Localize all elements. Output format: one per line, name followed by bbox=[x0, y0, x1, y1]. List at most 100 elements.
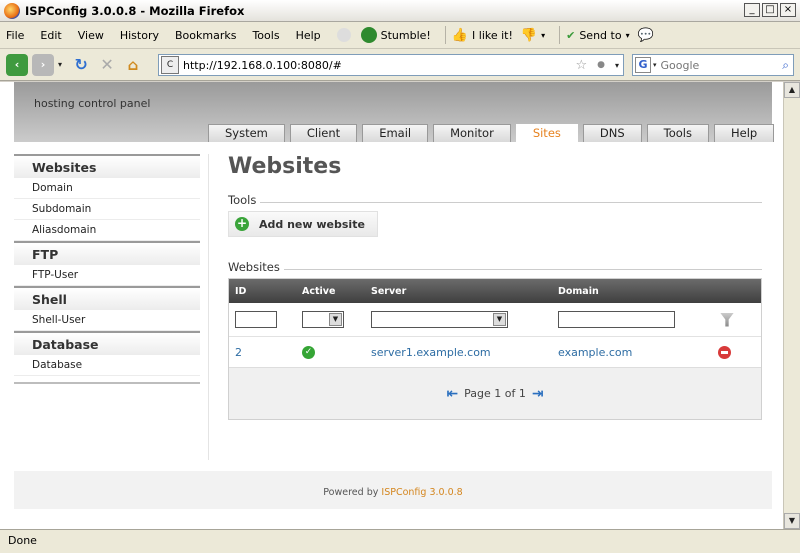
chevron-down-icon[interactable]: ▾ bbox=[615, 61, 619, 70]
thumbs-up-icon: 👍 bbox=[451, 27, 469, 43]
column-header-id[interactable]: ID bbox=[229, 286, 296, 297]
last-page-icon[interactable]: ⇥ bbox=[532, 386, 544, 402]
close-button[interactable]: × bbox=[780, 3, 796, 17]
address-bar[interactable]: C http://192.168.0.100:8080/# ☆ ● ▾ bbox=[158, 54, 624, 76]
active-check-icon: ✓ bbox=[302, 345, 315, 359]
menu-edit[interactable]: Edit bbox=[40, 29, 61, 42]
menu-file[interactable]: File bbox=[6, 29, 24, 42]
chevron-down-icon[interactable]: ▾ bbox=[58, 60, 62, 69]
chevron-down-icon[interactable]: ▾ bbox=[653, 61, 657, 69]
sidebar-section-websites: Websites bbox=[14, 154, 200, 178]
sidebar-section-ftp: FTP bbox=[14, 241, 200, 265]
chevron-down-icon: ▼ bbox=[329, 313, 342, 326]
websites-list-label: Websites bbox=[228, 260, 280, 274]
column-header-server[interactable]: Server bbox=[365, 286, 552, 297]
menu-history[interactable]: History bbox=[120, 29, 159, 42]
add-new-website-button[interactable]: + Add new website bbox=[228, 211, 378, 237]
sidebar-item-shell-user[interactable]: Shell-User bbox=[14, 310, 200, 331]
sidebar-section-database: Database bbox=[14, 331, 200, 355]
main-content: Websites Tools + Add new website Website… bbox=[228, 154, 762, 420]
back-button[interactable]: ‹ bbox=[6, 53, 28, 76]
pagination: ⇤ Page 1 of 1 ⇥ bbox=[229, 367, 761, 419]
page-footer: Powered by ISPConfig 3.0.0.8 bbox=[14, 471, 772, 509]
page-title: Websites bbox=[228, 154, 342, 179]
tab-sites[interactable]: Sites bbox=[515, 124, 578, 142]
row-domain[interactable]: example.com bbox=[552, 346, 712, 359]
page-header: hosting control panel System Client Emai… bbox=[14, 82, 775, 142]
divider bbox=[260, 201, 762, 203]
tab-monitor[interactable]: Monitor bbox=[433, 124, 511, 142]
first-page-icon[interactable]: ⇤ bbox=[446, 386, 458, 402]
stumble-label: Stumble! bbox=[380, 28, 431, 42]
send-icon: ✔ bbox=[566, 28, 576, 42]
column-header-active[interactable]: Active bbox=[296, 286, 365, 297]
send-to-button[interactable]: ✔ Send to ▾ bbox=[566, 29, 629, 42]
google-engine-icon[interactable]: G bbox=[635, 57, 651, 73]
thumbs-down-button[interactable]: 👎 ▾ bbox=[521, 28, 545, 43]
stumble-button[interactable]: Stumble! bbox=[360, 27, 431, 43]
content-divider bbox=[208, 154, 209, 460]
websites-table: ID Active Server Domain ▼ ▼ 2 ✓ server1.… bbox=[228, 278, 762, 420]
tab-help[interactable]: Help bbox=[714, 124, 775, 142]
reload-button[interactable]: ↻ bbox=[70, 54, 92, 76]
stop-button[interactable]: ✕ bbox=[96, 54, 118, 76]
row-id[interactable]: 2 bbox=[229, 346, 296, 359]
footer-prefix: Powered by bbox=[323, 487, 379, 498]
main-tabs: System Client Email Monitor Sites DNS To… bbox=[208, 124, 775, 142]
bookmark-star-icon[interactable]: ☆ bbox=[575, 58, 587, 73]
firefox-logo-icon bbox=[4, 2, 20, 19]
tab-dns[interactable]: DNS bbox=[582, 124, 642, 142]
filter-id-input[interactable] bbox=[235, 311, 277, 328]
menu-bookmarks[interactable]: Bookmarks bbox=[175, 29, 236, 42]
filter-server-select[interactable]: ▼ bbox=[371, 311, 508, 328]
vertical-scrollbar[interactable]: ▲ ▼ bbox=[783, 82, 800, 529]
url-text[interactable]: http://192.168.0.100:8080/# bbox=[183, 59, 575, 72]
sidebar: Websites Domain Subdomain Aliasdomain FT… bbox=[14, 154, 200, 384]
forward-button[interactable]: › bbox=[32, 53, 54, 76]
menu-help[interactable]: Help bbox=[296, 29, 321, 42]
footer-brand-link[interactable]: ISPConfig 3.0.0.8 bbox=[381, 487, 462, 498]
status-bar: Done bbox=[0, 529, 800, 553]
stumbleupon-icon bbox=[360, 27, 377, 43]
column-header-domain[interactable]: Domain bbox=[552, 286, 712, 297]
tab-email[interactable]: Email bbox=[362, 124, 429, 142]
home-button[interactable]: ⌂ bbox=[122, 54, 144, 76]
scroll-down-icon[interactable]: ▼ bbox=[784, 513, 800, 529]
table-header: ID Active Server Domain bbox=[229, 279, 761, 303]
table-row[interactable]: 2 ✓ server1.example.com example.com bbox=[229, 337, 761, 367]
maximize-button[interactable]: □ bbox=[762, 3, 778, 17]
scroll-up-icon[interactable]: ▲ bbox=[784, 82, 800, 98]
page-indicator: Page 1 of 1 bbox=[464, 387, 526, 400]
sidebar-item-subdomain[interactable]: Subdomain bbox=[14, 199, 200, 220]
chevron-down-icon: ▾ bbox=[625, 30, 630, 40]
tab-client[interactable]: Client bbox=[289, 124, 358, 142]
search-icon[interactable]: ⌕ bbox=[782, 58, 789, 73]
menu-tools[interactable]: Tools bbox=[252, 29, 279, 42]
filter-funnel-icon[interactable] bbox=[720, 312, 734, 327]
sidebar-item-aliasdomain[interactable]: Aliasdomain bbox=[14, 220, 200, 241]
tab-system[interactable]: System bbox=[208, 124, 285, 142]
filter-active-select[interactable]: ▼ bbox=[302, 311, 344, 328]
row-server[interactable]: server1.example.com bbox=[365, 346, 552, 359]
thumbs-down-icon: 👎 bbox=[520, 27, 538, 43]
filter-domain-input[interactable] bbox=[558, 311, 675, 328]
toolbar-separator bbox=[559, 26, 561, 44]
delete-icon[interactable] bbox=[718, 345, 731, 359]
header-subtitle: hosting control panel bbox=[34, 97, 151, 110]
window-title-bar: ISPConfig 3.0.0.8 - Mozilla Firefox _ □ … bbox=[0, 0, 800, 22]
search-input[interactable] bbox=[660, 58, 771, 72]
menu-view[interactable]: View bbox=[78, 29, 104, 42]
chevron-down-icon: ▾ bbox=[541, 30, 546, 40]
minimize-button[interactable]: _ bbox=[744, 3, 760, 17]
window-title: ISPConfig 3.0.0.8 - Mozilla Firefox bbox=[25, 3, 245, 18]
send-to-label: Send to bbox=[579, 28, 622, 42]
sidebar-item-database[interactable]: Database bbox=[14, 355, 200, 376]
search-bar[interactable]: G ▾ ⌕ bbox=[632, 54, 794, 76]
sidebar-item-ftp-user[interactable]: FTP-User bbox=[14, 265, 200, 286]
menu-bar: File Edit View History Bookmarks Tools H… bbox=[0, 22, 800, 49]
tab-tools[interactable]: Tools bbox=[646, 124, 709, 142]
tools-label: Tools bbox=[228, 193, 257, 207]
comment-icon[interactable]: 💬 bbox=[638, 28, 654, 43]
sidebar-item-domain[interactable]: Domain bbox=[14, 178, 200, 199]
ilike-button[interactable]: 👍 I like it! bbox=[452, 28, 513, 43]
